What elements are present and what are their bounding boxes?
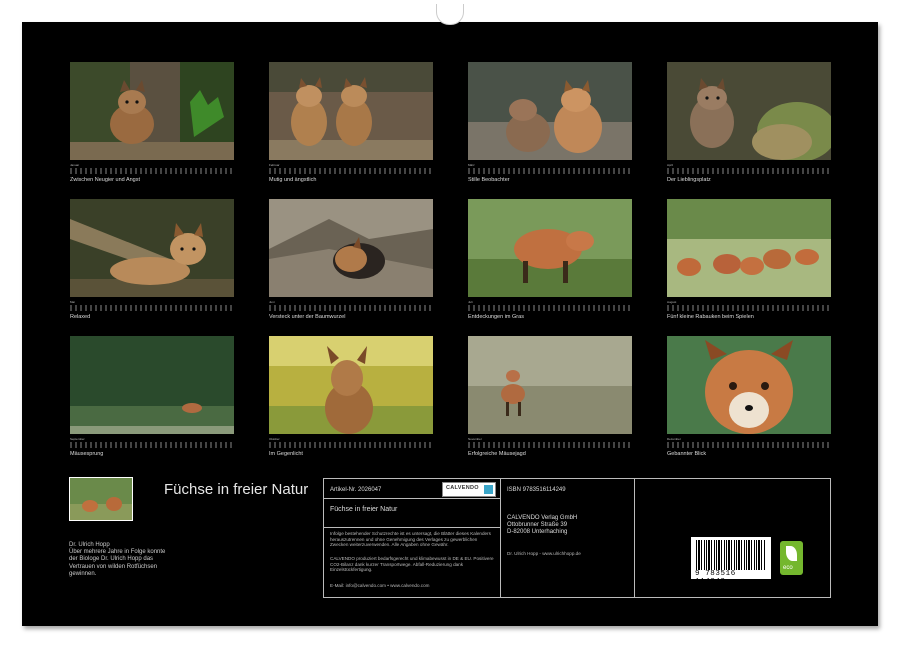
month-label: Mai [70,300,234,304]
month-caption: Der Lieblingsplatz [667,177,831,183]
month-tile[interactable]: Dezember Gebannter Blick [667,336,831,457]
month-tile[interactable]: April Der Lieblingsplatz [667,62,831,183]
month-photo [468,199,632,297]
month-caption: Gebannter Blick [667,451,831,457]
month-tile[interactable]: August Fünf kleine Rabauken beim Spielen [667,199,831,320]
month-photo [269,62,433,160]
month-caption: Relaxed [70,314,234,320]
month-caption: Im Gegenlicht [269,451,433,457]
month-caption: Zwischen Neugier und Angst [70,177,234,183]
month-photo [667,199,831,297]
month-label: August [667,300,831,304]
month-photo [70,62,234,160]
leaf-icon [786,546,797,561]
eco-notice: CALVENDO produziert bedarfsgerecht und k… [330,556,494,573]
day-grid [70,305,234,311]
month-tile[interactable]: Mai Relaxed [70,199,234,320]
barcode-bars [696,540,766,570]
month-photo [269,336,433,434]
month-label: Dezember [667,437,831,441]
day-grid [468,305,632,311]
month-tile[interactable]: Januar Zwischen Neugier und Angst [70,62,234,183]
month-caption: Erfolgreiche Mäusejagd [468,451,632,457]
day-grid [667,305,831,311]
day-grid [667,168,831,174]
month-photo [468,336,632,434]
month-tile[interactable]: September Mäusesprung [70,336,234,457]
calendar-sheet: Januar Zwischen Neugier und Angst Februa… [22,22,878,626]
month-photo [667,62,831,160]
month-label: Oktober [269,437,433,441]
month-photo [468,62,632,160]
barcode-box: 9 783516 114249 eco [633,478,831,598]
month-label: Januar [70,163,234,167]
month-photo [70,336,234,434]
day-grid [468,168,632,174]
contact-line: E-Mail: info@calvendo.com • www.calvendo… [330,583,494,589]
product-title: Füchse in freier Natur [330,506,397,514]
month-tile[interactable]: Juli Entdeckungen im Gras [468,199,632,320]
day-grid [70,442,234,448]
cover-thumbnail [69,477,133,521]
month-caption: Stille Beobachter [468,177,632,183]
article-number: Artikel-Nr. 2026047 [330,487,381,494]
month-tile[interactable]: Oktober Im Gegenlicht [269,336,433,457]
month-photo [667,336,831,434]
author-website: Dr. Ulrich Hopp - www.ulrichhopp.de [507,551,581,557]
calendar-title: Füchse in freier Natur [164,481,324,498]
month-photo [269,199,433,297]
month-tile[interactable]: Juni Versteck unter der Baumwurzel [269,199,433,320]
month-label: März [468,163,632,167]
month-tile[interactable]: Februar Mutig und ängstlich [269,62,433,183]
month-label: November [468,437,632,441]
barcode: 9 783516 114249 [691,537,771,579]
rights-notice: Infolge bestehender Schutzrechte ist es … [330,531,494,548]
day-grid [70,168,234,174]
month-caption: Entdeckungen im Gras [468,314,632,320]
author-block: Dr. Ulrich Hopp Über mehrere Jahre in Fo… [69,542,169,578]
month-caption: Mutig und ängstlich [269,177,433,183]
month-tile[interactable]: März Stille Beobachter [468,62,632,183]
calvendo-logo: CALVENDO [442,482,496,497]
month-caption: Versteck unter der Baumwurzel [269,314,433,320]
month-tile[interactable]: November Erfolgreiche Mäusejagd [468,336,632,457]
month-label: April [667,163,831,167]
logo-text: CALVENDO [446,485,479,491]
isbn: ISBN 9783516114249 [507,487,566,494]
barcode-number: 9 783516 114249 [695,570,771,586]
month-label: September [70,437,234,441]
product-info-box: Artikel-Nr. 2026047 CALVENDO Füchse in f… [323,478,635,598]
day-grid [269,442,433,448]
day-grid [269,305,433,311]
day-grid [269,168,433,174]
month-label: Juni [269,300,433,304]
publisher-line-1: CALVENDO Verlag GmbH [507,515,577,522]
month-photo [70,199,234,297]
month-label: Februar [269,163,433,167]
publisher-line-2: Ottobrunner Straße 39 [507,522,567,529]
month-caption: Fünf kleine Rabauken beim Spielen [667,314,831,320]
month-caption: Mäusesprung [70,451,234,457]
eco-badge: eco [780,541,803,575]
eco-label: eco [783,565,793,571]
publisher-line-3: D-82008 Unterhaching [507,529,567,536]
day-grid [667,442,831,448]
day-grid [468,442,632,448]
author-text: Über mehrere Jahre in Folge konnte der B… [69,549,169,578]
month-label: Juli [468,300,632,304]
